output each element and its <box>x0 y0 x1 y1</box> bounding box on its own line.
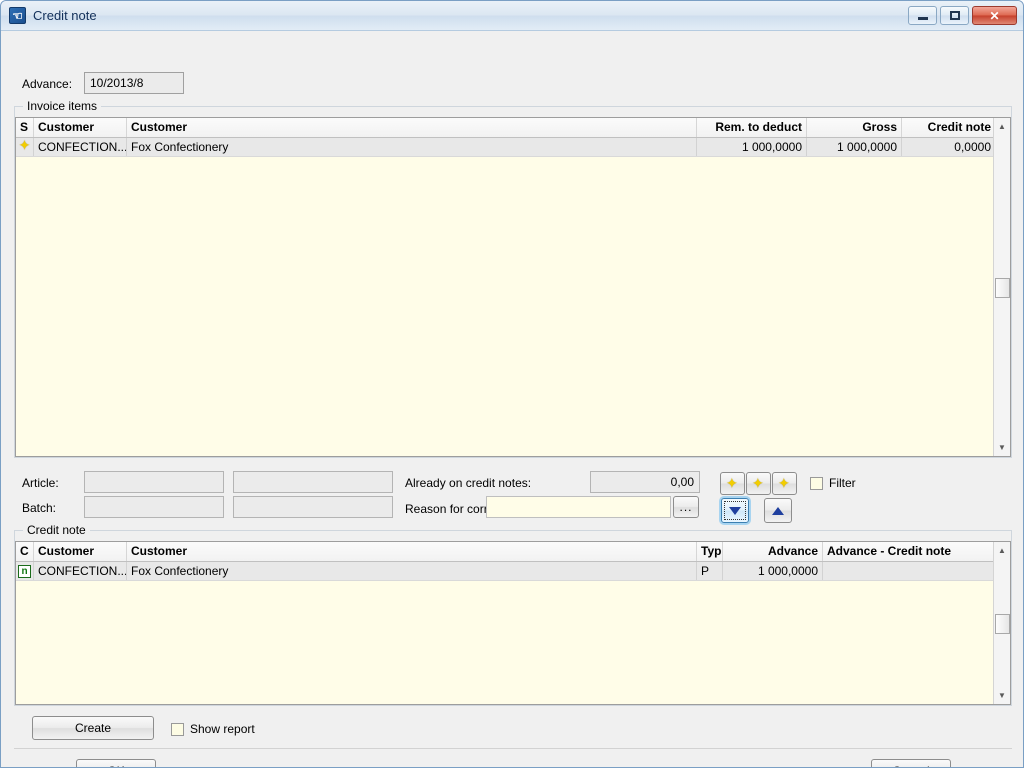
column-header-rem-to-deduct[interactable]: Rem. to deduct <box>697 118 807 137</box>
cancel-button[interactable]: Cancel <box>871 759 951 767</box>
invoice-items-group-title: Invoice items <box>23 99 102 113</box>
cell-type: P <box>697 562 723 580</box>
article-description-input[interactable] <box>233 471 393 493</box>
scroll-down-icon[interactable]: ▼ <box>994 439 1010 456</box>
credit-note-grid[interactable]: C Customer Customer Type Advance Advance… <box>15 541 1011 705</box>
advance-label: Advance: <box>22 77 73 91</box>
maximize-icon <box>949 11 960 20</box>
scroll-up-icon-2[interactable]: ▲ <box>994 542 1010 559</box>
star-add-button[interactable]: ✦ <box>746 472 771 495</box>
column-header-status[interactable]: S <box>16 118 34 137</box>
cell-rem-to-deduct: 1 000,0000 <box>697 138 807 156</box>
column-header-customer-code-2[interactable]: Customer <box>34 542 127 561</box>
cell-credit-note: 0,0000 <box>954 140 991 154</box>
move-up-button[interactable] <box>764 498 792 523</box>
maximize-button[interactable] <box>940 6 969 25</box>
app-icon: ☜ <box>9 7 26 24</box>
article-input[interactable] <box>84 471 224 493</box>
minimize-button[interactable] <box>908 6 937 25</box>
cell-customer-name-2: Fox Confectionery <box>127 562 697 580</box>
filter-checkbox[interactable]: Filter <box>810 476 856 490</box>
credit-note-group-title: Credit note <box>23 523 90 537</box>
star-icon: ✦ <box>16 138 34 156</box>
close-button[interactable]: ✕ <box>972 6 1017 25</box>
column-header-advance[interactable]: Advance <box>723 542 823 561</box>
window-title: Credit note <box>33 8 97 23</box>
show-report-checkbox-box[interactable] <box>171 722 184 736</box>
column-header-advance-minus-credit[interactable]: Advance - Credit note <box>823 542 995 561</box>
window-controls: ✕ <box>908 6 1017 25</box>
cell-gross: 1 000,0000 <box>807 138 902 156</box>
article-label: Article: <box>22 476 59 490</box>
focus-outline <box>724 501 746 520</box>
table-row[interactable]: n CONFECTION... Fox Confectionery P 1 00… <box>16 562 1010 581</box>
client-area: Advance: 10/2013/8 Invoice items S Custo… <box>2 32 1023 767</box>
invoice-items-scrollbar[interactable]: ▲ ▼ <box>993 118 1010 456</box>
cell-advance-minus-credit <box>823 562 995 580</box>
minimize-icon <box>917 17 928 20</box>
invoice-items-header-row: S Customer Customer Rem. to deduct Gross… <box>16 118 1010 138</box>
star-button[interactable]: ✦ <box>720 472 745 495</box>
star-remove-button[interactable]: ✦ <box>772 472 797 495</box>
advance-field[interactable]: 10/2013/8 <box>84 72 184 94</box>
credit-note-window: ☜ Credit note ✕ Advance: 10/2013/8 Invoi… <box>0 0 1024 768</box>
n-icon: n <box>16 562 34 580</box>
batch-input[interactable] <box>84 496 224 518</box>
column-header-customer-code[interactable]: Customer <box>34 118 127 137</box>
batch-description-input[interactable] <box>233 496 393 518</box>
cell-customer-code: CONFECTION... <box>34 138 127 156</box>
batch-label: Batch: <box>22 501 57 515</box>
close-icon: ✕ <box>989 8 1000 23</box>
ok-button[interactable]: OK <box>76 759 156 767</box>
arrow-up-icon <box>772 506 784 515</box>
column-header-customer-name[interactable]: Customer <box>127 118 697 137</box>
cell-advance: 1 000,0000 <box>723 562 823 580</box>
scroll-up-icon[interactable]: ▲ <box>994 118 1010 135</box>
filter-label: Filter <box>829 476 856 490</box>
show-report-checkbox[interactable]: Show report <box>171 722 255 736</box>
column-header-customer-name-2[interactable]: Customer <box>127 542 697 561</box>
move-down-button[interactable] <box>721 498 749 523</box>
reason-input[interactable] <box>486 496 671 518</box>
filter-checkbox-box[interactable] <box>810 476 823 490</box>
reason-label: Reason for corre <box>405 502 495 516</box>
already-on-credit-notes-value[interactable]: 0,00 <box>590 471 700 493</box>
cell-customer-name: Fox Confectionery <box>127 138 697 156</box>
column-header-type[interactable]: Type <box>697 542 723 561</box>
invoice-items-grid[interactable]: S Customer Customer Rem. to deduct Gross… <box>15 117 1011 457</box>
star-minus-icon: ✦ <box>778 475 790 491</box>
reason-browse-button[interactable]: ... <box>673 496 699 518</box>
table-row[interactable]: ✦ CONFECTION... Fox Confectionery 1 000,… <box>16 138 1010 157</box>
already-on-credit-notes-label: Already on credit notes: <box>405 476 532 490</box>
column-header-gross[interactable]: Gross <box>807 118 902 137</box>
credit-note-header-row: C Customer Customer Type Advance Advance… <box>16 542 1010 562</box>
scroll-down-icon-2[interactable]: ▼ <box>994 687 1010 704</box>
show-report-label: Show report <box>190 722 255 736</box>
scroll-thumb-2[interactable] <box>995 614 1010 634</box>
footer-divider <box>14 748 1012 749</box>
cell-customer-code-2: CONFECTION... <box>34 562 127 580</box>
star-icon: ✦ <box>726 475 738 491</box>
credit-note-scrollbar[interactable]: ▲ ▼ <box>993 542 1010 704</box>
column-header-credit-note[interactable]: Credit note <box>902 118 995 137</box>
create-button[interactable]: Create <box>32 716 154 740</box>
scroll-thumb[interactable] <box>995 278 1010 298</box>
column-header-c[interactable]: C <box>16 542 34 561</box>
title-bar: ☜ Credit note ✕ <box>1 1 1023 31</box>
star-plus-icon: ✦ <box>752 475 764 491</box>
